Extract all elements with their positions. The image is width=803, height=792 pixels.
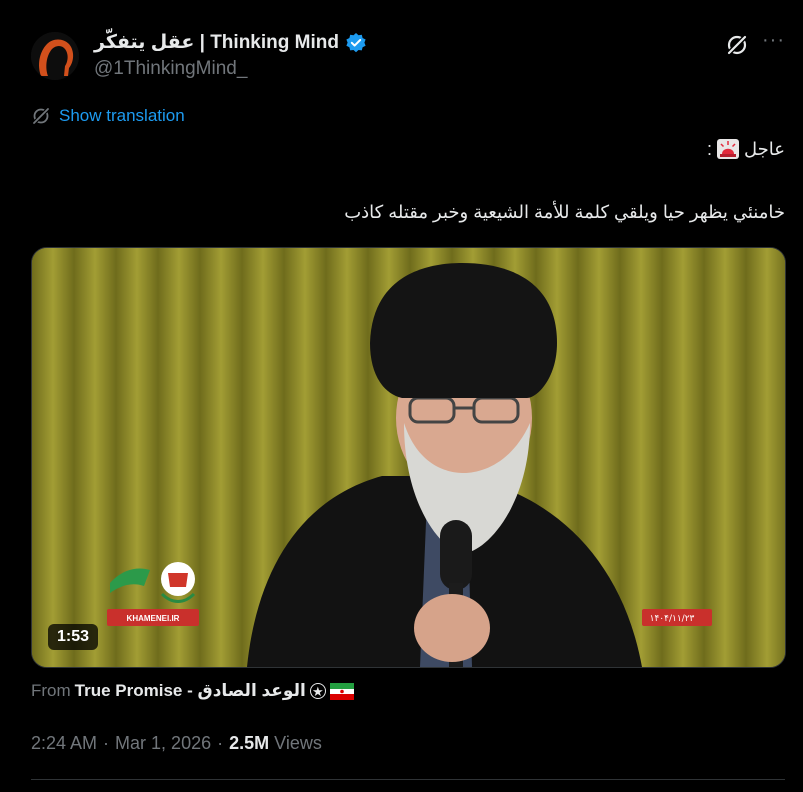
post-time[interactable]: 2:24 AM xyxy=(31,733,97,754)
author-handle[interactable]: @1ThinkingMind_ xyxy=(94,58,247,80)
watermark-text: KHAMENEI.IR xyxy=(127,614,180,623)
views-count[interactable]: 2.5M xyxy=(229,733,269,753)
video-player[interactable]: KHAMENEI.IR ۱۴۰۴/۱۱/۲۳ 1:53 xyxy=(31,247,786,668)
post-date[interactable]: Mar 1, 2026 xyxy=(115,733,211,754)
video-duration-badge: 1:53 xyxy=(48,624,99,650)
author-display-name[interactable]: عقل يتفكّر | Thinking Mind xyxy=(94,31,339,54)
show-translation-label: Show translation xyxy=(59,106,185,125)
star-emoji-icon: ★ xyxy=(309,683,326,699)
iran-flag-emoji xyxy=(329,682,354,700)
source-prefix: From xyxy=(31,681,71,700)
video-thumbnail: KHAMENEI.IR ۱۴۰۴/۱۱/۲۳ xyxy=(32,248,785,667)
post-meta: 2:24 AM · Mar 1, 2026 · 2.5M Views xyxy=(31,733,322,754)
date-overlay-text: ۱۴۰۴/۱۱/۲۳ xyxy=(650,614,695,624)
orange-head-silhouette-icon xyxy=(31,32,79,80)
avatar[interactable] xyxy=(31,32,79,80)
author-name-row: عقل يتفكّر | Thinking Mind xyxy=(94,31,367,54)
show-translation-link[interactable]: Show translation xyxy=(31,106,185,126)
meta-separator: · xyxy=(217,733,224,753)
views-label: Views xyxy=(274,733,322,753)
translate-icon xyxy=(31,106,51,126)
post-breaking-word: عاجل xyxy=(744,138,785,159)
post-text-line2: خامنئي يظهر حيا ويلقي كلمة للأمة الشيعية… xyxy=(344,202,785,222)
grok-icon[interactable] xyxy=(724,32,750,58)
post-text-line1: عاجل : xyxy=(45,138,785,160)
more-options-button[interactable]: ··· xyxy=(762,30,784,56)
source-name[interactable]: True Promise - الوعد الصادق xyxy=(75,681,306,701)
verified-badge-icon xyxy=(345,32,367,54)
police-light-emoji xyxy=(716,138,740,160)
divider xyxy=(31,779,785,780)
meta-separator: · xyxy=(103,733,110,753)
video-source-attribution[interactable]: From True Promise - الوعد الصادق ★ xyxy=(31,681,354,701)
tweet-card: عقل يتفكّر | Thinking Mind @1ThinkingMin… xyxy=(0,0,803,792)
post-colon: : xyxy=(707,138,713,159)
